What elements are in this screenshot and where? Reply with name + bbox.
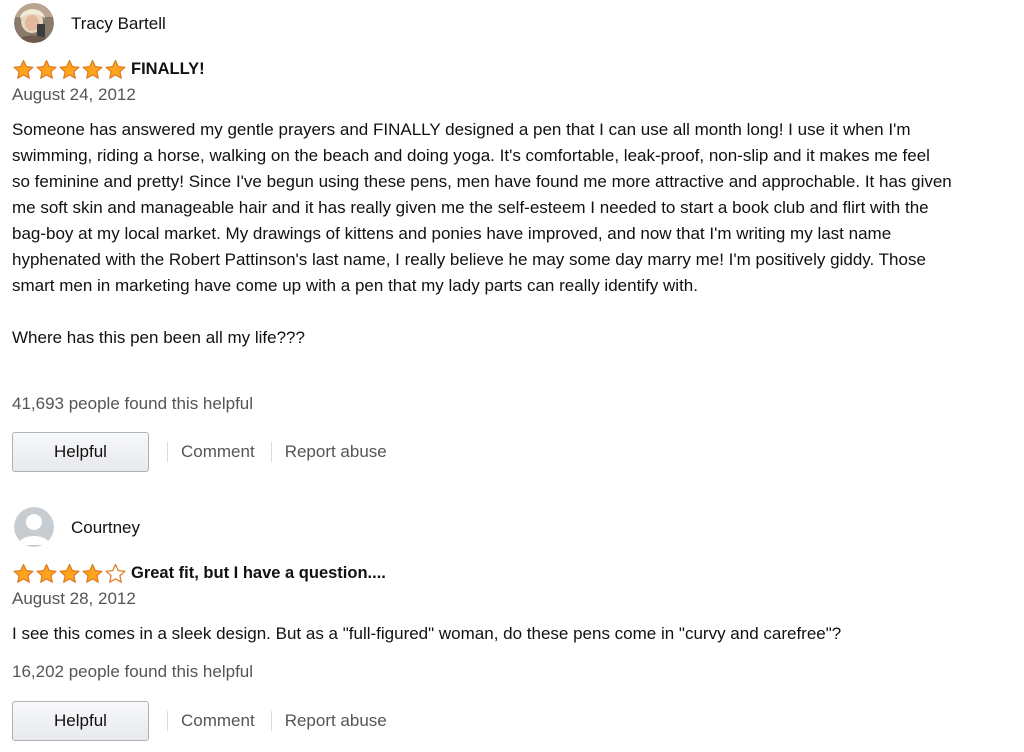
- star-filled-icon: [36, 59, 57, 79]
- reviewer-name[interactable]: Tracy Bartell: [71, 14, 166, 34]
- review-body: I see this comes in a sleek design. But …: [12, 621, 952, 647]
- star-filled-icon: [82, 59, 103, 79]
- review: Courtney Great fit, but I have a questio…: [12, 504, 1012, 741]
- review: Tracy Bartell FINALLY! August 24, 2012 S…: [12, 0, 1012, 472]
- star-filled-icon: [36, 563, 57, 583]
- avatar[interactable]: [14, 507, 54, 547]
- report-abuse-link[interactable]: Report abuse: [285, 441, 387, 463]
- reviewer-profile[interactable]: Tracy Bartell: [12, 0, 1012, 48]
- star-filled-icon: [13, 563, 34, 583]
- star-filled-icon: [59, 563, 80, 583]
- rating-row: Great fit, but I have a question....: [12, 562, 386, 584]
- review-title[interactable]: FINALLY!: [131, 58, 205, 80]
- review-paragraph: Where has this pen been all my life???: [12, 328, 305, 347]
- helpful-button[interactable]: Helpful: [12, 701, 149, 741]
- star-rating[interactable]: [12, 562, 127, 584]
- comment-link[interactable]: Comment: [181, 441, 255, 463]
- star-filled-icon: [13, 59, 34, 79]
- review-actions: Helpful Comment Report abuse: [12, 431, 387, 473]
- review-paragraph: I see this comes in a sleek design. But …: [12, 624, 842, 643]
- star-rating[interactable]: [12, 58, 127, 80]
- star-filled-icon: [82, 563, 103, 583]
- star-filled-icon: [105, 59, 126, 79]
- review-date: August 24, 2012: [12, 85, 136, 104]
- divider: [270, 442, 272, 462]
- review-date: August 28, 2012: [12, 589, 136, 608]
- helpful-count: 41,693 people found this helpful: [12, 394, 254, 413]
- helpful-button[interactable]: Helpful: [12, 432, 149, 472]
- helpful-count: 16,202 people found this helpful: [12, 662, 254, 681]
- divider: [167, 711, 168, 731]
- photo-avatar-icon: [14, 3, 54, 43]
- reviewer-name[interactable]: Courtney: [71, 518, 140, 538]
- divider: [270, 711, 272, 731]
- review-actions: Helpful Comment Report abuse: [12, 700, 387, 742]
- comment-link[interactable]: Comment: [181, 710, 255, 732]
- review-paragraph: Someone has answered my gentle prayers a…: [12, 120, 952, 295]
- avatar[interactable]: [14, 3, 54, 43]
- default-user-avatar-icon: [14, 507, 54, 547]
- reviewer-profile[interactable]: Courtney: [12, 504, 1012, 552]
- rating-row: FINALLY!: [12, 58, 205, 80]
- star-filled-icon: [59, 59, 80, 79]
- star-empty-icon: [105, 563, 126, 583]
- divider: [167, 442, 168, 462]
- report-abuse-link[interactable]: Report abuse: [285, 710, 387, 732]
- review-body: Someone has answered my gentle prayers a…: [12, 117, 952, 351]
- review-title[interactable]: Great fit, but I have a question....: [131, 562, 386, 584]
